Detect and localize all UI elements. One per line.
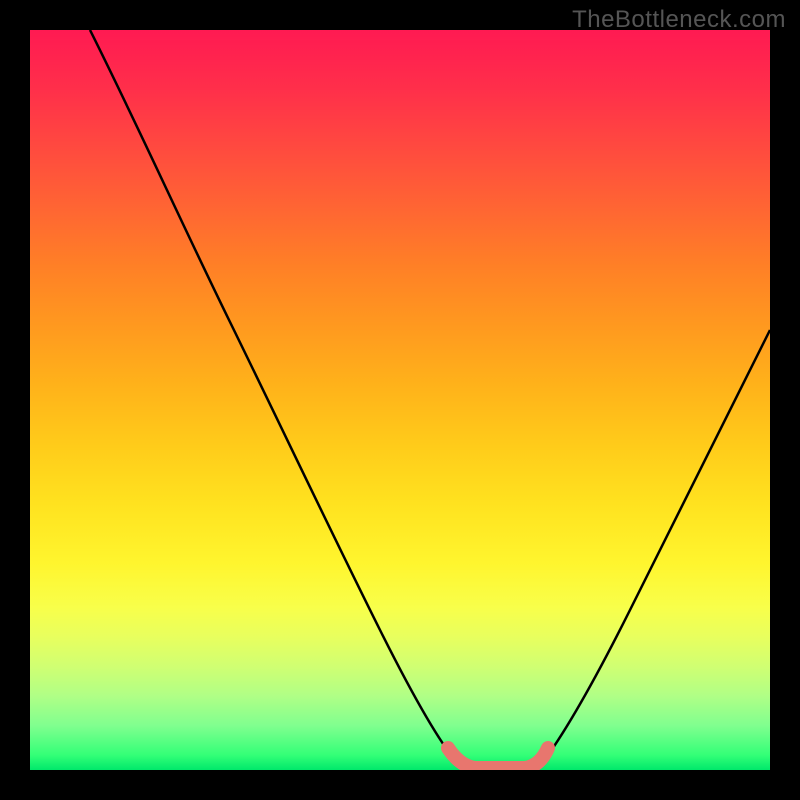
curve-left [90, 30, 460, 766]
curve-right [540, 330, 770, 766]
curve-layer [30, 30, 770, 770]
plot-area [30, 30, 770, 770]
chart-frame: TheBottleneck.com [0, 0, 800, 800]
watermark-label: TheBottleneck.com [572, 6, 786, 34]
valley-floor [448, 748, 548, 768]
